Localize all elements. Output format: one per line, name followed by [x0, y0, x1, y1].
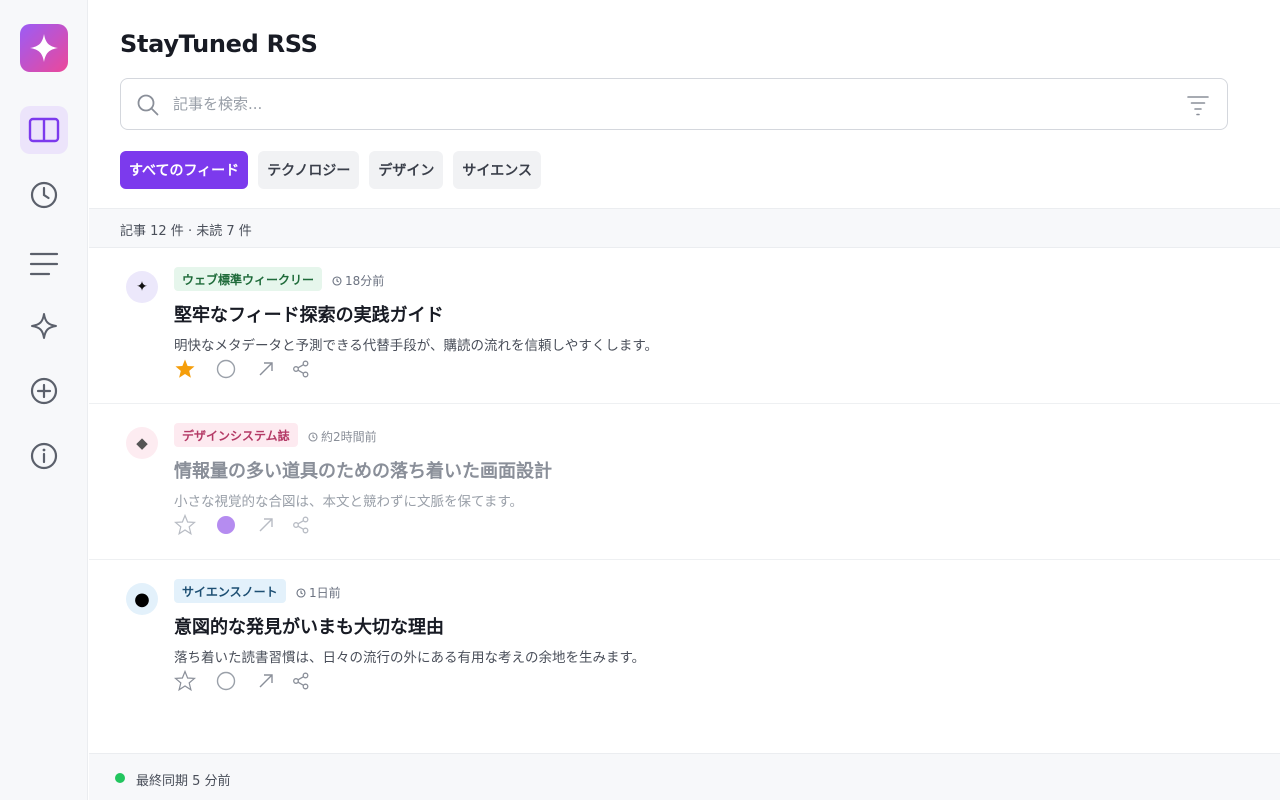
article-summary: 小さな視覚的な合図は、本文と競わずに文脈を保てます。: [174, 494, 523, 510]
book-open-icon: [28, 117, 60, 143]
sync-status-dot: [115, 773, 125, 783]
time-text: 18分前: [345, 274, 385, 288]
chip-technology[interactable]: テクノロジー: [258, 151, 360, 189]
star-outline-icon: [174, 514, 196, 536]
clock-icon: [332, 275, 342, 286]
arrow-up-right-icon: [259, 518, 273, 532]
sparkle-icon: [30, 34, 58, 62]
plus-circle-icon: [30, 377, 58, 405]
article-item[interactable]: ◆ デザインシステム誌 約2時間前 情報量の多い道具のための落ち着いた画面設計 …: [89, 404, 1280, 560]
article-summary: 明快なメタデータと予測できる代替手段が、購読の流れを信頼しやすくします。: [174, 338, 658, 354]
open-link-button[interactable]: [253, 512, 279, 538]
page-title: StayTuned RSS: [120, 30, 318, 58]
article-count: 記事 12 件 · 未読 7 件: [120, 224, 252, 239]
clock-icon: [308, 431, 318, 442]
article-title[interactable]: 意図的な発見がいまも大切な理由: [174, 613, 444, 639]
circle-icon: ●: [134, 588, 150, 610]
share-icon: [293, 516, 309, 534]
sidebar: [0, 0, 88, 800]
time-text: 1日前: [309, 586, 341, 600]
nav-list-button[interactable]: [20, 240, 68, 288]
star-button[interactable]: [172, 668, 198, 694]
sparkle-outline-icon: [31, 313, 57, 339]
share-button[interactable]: [288, 668, 314, 694]
star-button[interactable]: [172, 356, 198, 382]
nav-discover-button[interactable]: [20, 302, 68, 350]
category-chips: すべてのフィード テクノロジー デザイン サイエンス: [120, 151, 541, 189]
star-filled-icon: [175, 359, 195, 378]
clock-icon: [30, 181, 58, 209]
open-link-button[interactable]: [253, 668, 279, 694]
article-title[interactable]: 情報量の多い道具のための落ち着いた画面設計: [174, 457, 552, 483]
source-badge[interactable]: デザインシステム誌: [174, 423, 298, 447]
timestamp: 約2時間前: [308, 428, 377, 445]
article-title[interactable]: 堅牢なフィード探索の実践ガイド: [174, 301, 444, 327]
chip-design[interactable]: デザイン: [369, 151, 444, 189]
chip-science[interactable]: サイエンス: [453, 151, 541, 189]
circle-outline-icon: [216, 671, 236, 691]
source-icon: ●: [126, 583, 158, 615]
nav-history-button[interactable]: [20, 171, 68, 219]
article-item[interactable]: ✦ ウェブ標準ウィークリー 18分前 堅牢なフィード探索の実践ガイド 明快なメタ…: [89, 248, 1280, 404]
status-footer: 最終同期 5 分前: [89, 753, 1280, 800]
arrow-up-right-icon: [259, 362, 273, 376]
nav-feeds-button[interactable]: [20, 106, 68, 154]
mark-read-button[interactable]: [213, 356, 239, 382]
search-input[interactable]: [173, 79, 1173, 129]
source-icon: ✦: [126, 271, 158, 303]
timestamp: 18分前: [332, 272, 384, 289]
mark-unread-button[interactable]: [213, 512, 239, 538]
summary-bar: 記事 12 件 · 未読 7 件: [89, 208, 1280, 248]
source-badge[interactable]: サイエンスノート: [174, 579, 286, 603]
article-item[interactable]: ● サイエンスノート 1日前 意図的な発見がいまも大切な理由 落ち着いた読書習慣…: [89, 560, 1280, 716]
open-link-button[interactable]: [253, 356, 279, 382]
star-button[interactable]: [172, 512, 198, 538]
source-badge[interactable]: ウェブ標準ウィークリー: [174, 267, 323, 291]
menu-lines-icon: [29, 252, 59, 276]
chip-all-feeds[interactable]: すべてのフィード: [120, 151, 249, 189]
app-logo[interactable]: [20, 24, 68, 72]
time-text: 約2時間前: [321, 430, 377, 444]
sync-status-text: 最終同期 5 分前: [136, 774, 231, 789]
filter-icon[interactable]: [1187, 94, 1209, 116]
arrow-up-right-icon: [259, 674, 273, 688]
share-icon: [293, 360, 309, 378]
clock-icon: [296, 587, 306, 598]
search-box: [120, 78, 1228, 130]
mark-read-button[interactable]: [213, 668, 239, 694]
sparkle-icon: ✦: [136, 279, 148, 295]
share-icon: [293, 672, 309, 690]
article-summary: 落ち着いた読書習慣は、日々の流行の外にある有用な考えの余地を生みます。: [174, 650, 646, 666]
diamond-icon: ◆: [136, 434, 148, 452]
nav-add-feed-button[interactable]: [20, 367, 68, 415]
main-content: StayTuned RSS すべてのフィード テクノロジー デザイン サイエンス…: [89, 0, 1280, 800]
share-button[interactable]: [288, 356, 314, 382]
circle-outline-icon: [216, 359, 236, 379]
search-icon: [137, 94, 159, 116]
source-icon: ◆: [126, 427, 158, 459]
timestamp: 1日前: [296, 584, 341, 601]
circle-filled-icon: [217, 516, 235, 534]
share-button[interactable]: [288, 512, 314, 538]
star-outline-icon: [174, 670, 196, 692]
info-icon: [30, 442, 58, 470]
nav-info-button[interactable]: [20, 432, 68, 480]
